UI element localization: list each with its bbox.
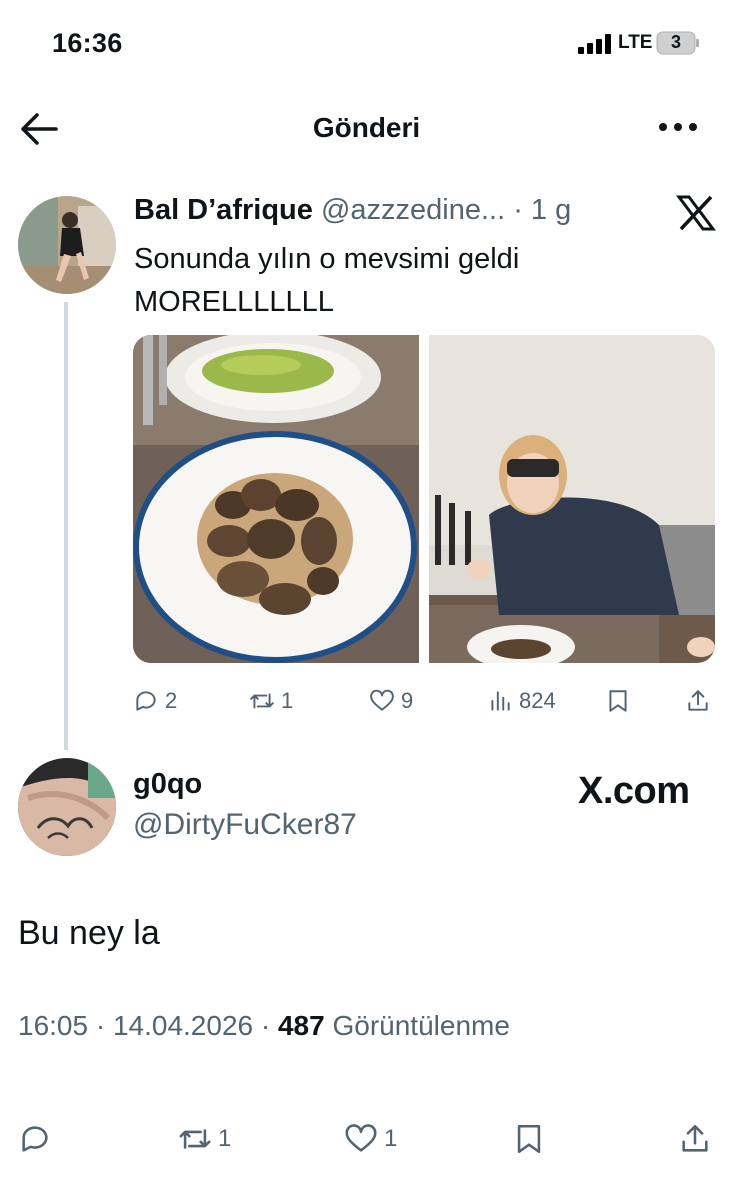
tweet-text-line-2: MORELLLLLLL: [134, 286, 334, 318]
avatar[interactable]: [18, 758, 116, 856]
reply-button[interactable]: 2: [133, 684, 177, 718]
author-name[interactable]: Bal D’afrique: [134, 194, 313, 226]
like-count: 9: [401, 688, 414, 713]
back-arrow-icon[interactable]: [20, 112, 58, 146]
tweet-text-line-1: Sonunda yılın o mevsimi geldi: [134, 243, 520, 275]
x-logo-icon: [676, 195, 716, 231]
reply-timestamp: 16:05 · 14.04.2026 ·: [18, 1010, 278, 1041]
like-icon: [345, 1124, 377, 1152]
reply-button[interactable]: [18, 1118, 52, 1160]
xcom-watermark: X.com: [578, 770, 690, 812]
like-button[interactable]: 1: [344, 1118, 397, 1160]
reply-views-label: Görüntülenme: [324, 1010, 510, 1041]
bookmark-icon: [517, 1124, 541, 1154]
morel-mushrooms-photo[interactable]: [133, 335, 419, 663]
share-button[interactable]: [678, 1118, 712, 1160]
retweet-button[interactable]: 1: [178, 1118, 231, 1160]
retweet-count: 1: [218, 1125, 232, 1152]
tweet-header: Bal D’afrique @azzzedine... · 1 g: [134, 194, 571, 227]
reply-icon: [22, 1126, 48, 1152]
bookmark-icon: [609, 690, 627, 712]
retweet-count: 1: [281, 688, 294, 713]
page-title: Gönderi: [312, 112, 421, 143]
reply-actions: 1 1: [18, 1118, 718, 1160]
retweet-icon: [179, 1129, 211, 1149]
person-eating-photo[interactable]: [429, 335, 715, 663]
bookmark-button[interactable]: [512, 1118, 546, 1160]
reply-count: 2: [165, 688, 178, 713]
battery-level: 3: [670, 32, 681, 52]
retweet-button[interactable]: 1: [249, 684, 293, 718]
avatar[interactable]: [18, 196, 116, 294]
like-icon: [370, 689, 394, 711]
share-button[interactable]: [685, 684, 711, 718]
tweet-photos: [133, 335, 715, 663]
quoted-tweet-actions: 2 1 9 824: [133, 684, 715, 718]
views-count: 824: [519, 688, 556, 713]
reply-author-handle: @DirtyFuCker87: [133, 808, 357, 841]
reply-views-count: 487: [277, 1010, 325, 1041]
status-time: 16:36: [52, 28, 123, 58]
like-count: 1: [384, 1125, 398, 1152]
reply-meta: 16:05 · 14.04.2026 · 487 Görüntülenme: [18, 1010, 510, 1042]
reply-text: Bu ney la: [18, 914, 160, 952]
thread-line: [64, 302, 68, 750]
share-icon: [682, 1124, 708, 1152]
bookmark-button[interactable]: [605, 684, 631, 718]
views-icon: [491, 691, 510, 711]
tweet-text: Sonunda yılın o mevsimi geldi MORELLLLLL…: [134, 238, 694, 324]
author-handle-time: @azzzedine... · 1 g: [320, 194, 572, 226]
reply-icon: [136, 691, 156, 711]
like-button[interactable]: 9: [369, 684, 413, 718]
retweet-icon: [250, 693, 274, 709]
battery-icon: 3: [656, 31, 700, 55]
share-icon: [688, 690, 708, 711]
views-button[interactable]: 824: [487, 684, 556, 718]
more-icon[interactable]: [656, 112, 700, 142]
signal-icon: [578, 34, 611, 54]
reply-author-name[interactable]: g0qo: [133, 768, 202, 801]
network-label: LTE: [618, 32, 653, 53]
